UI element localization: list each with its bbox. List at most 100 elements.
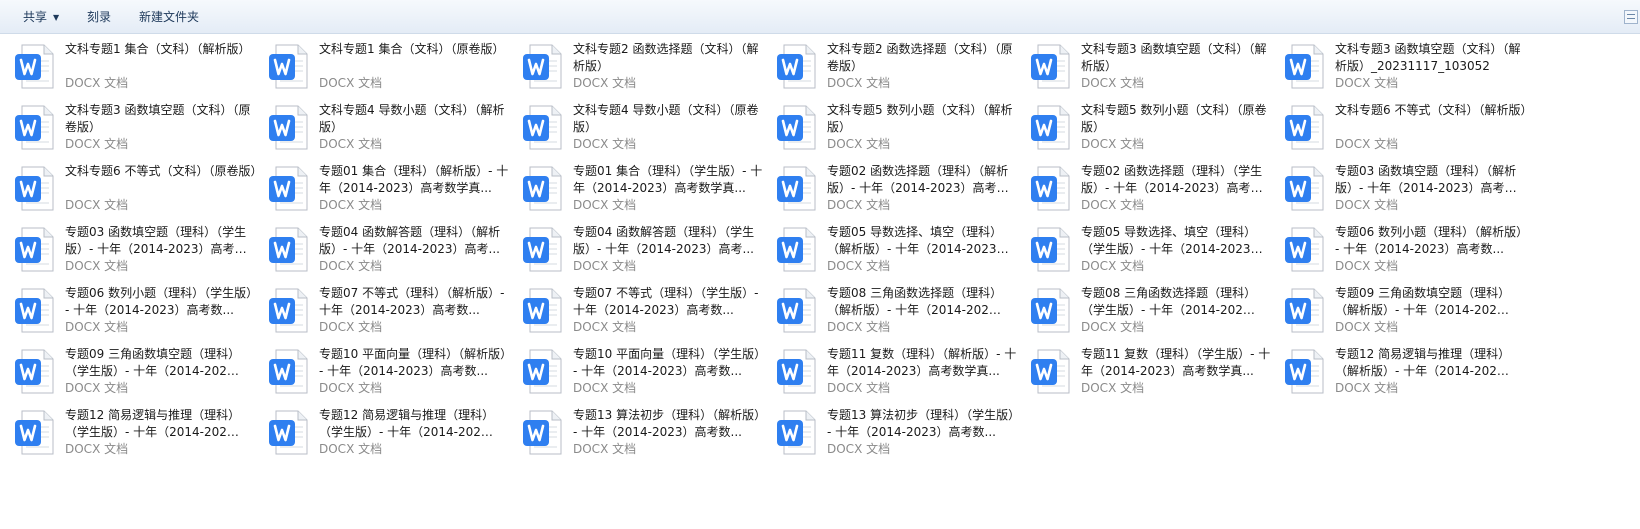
wps-writer-document-icon <box>1285 349 1324 394</box>
wps-writer-document-icon <box>523 166 562 211</box>
file-item[interactable]: 文科专题2 函数选择题（文科）（原卷版） DOCX 文档 <box>776 40 1030 101</box>
file-name: 文科专题4 导数小题（文科）（解析版） <box>319 103 505 134</box>
share-menu-button[interactable]: 共享 ▼ <box>23 8 59 26</box>
file-item[interactable]: 专题12 简易逻辑与推理（理科）（解析版）- 十年（2014-2023）... … <box>1284 345 1538 406</box>
file-item[interactable]: 专题03 函数填空题（理科）（解析版）- 十年（2014-2023）高考数...… <box>1284 162 1538 223</box>
file-name: 专题03 函数填空题（理科）（学生版）- 十年（2014-2023）高考数... <box>65 225 247 256</box>
wps-writer-document-icon <box>15 44 54 89</box>
file-type: DOCX 文档 <box>827 442 891 456</box>
file-item[interactable]: 专题04 函数解答题（理科）（解析版）- 十年（2014-2023）高考... … <box>268 223 522 284</box>
wps-writer-document-icon <box>1031 349 1070 394</box>
file-type: DOCX 文档 <box>1335 259 1399 273</box>
file-item[interactable]: 文科专题1 集合（文科）（原卷版） DOCX 文档 <box>268 40 522 101</box>
wps-writer-document-icon <box>1031 288 1070 333</box>
wps-writer-document-icon <box>269 44 308 89</box>
file-type: DOCX 文档 <box>65 320 129 334</box>
file-item[interactable]: 专题09 三角函数填空题（理科）（学生版）- 十年（2014-2023）... … <box>14 345 268 406</box>
file-item[interactable]: 文科专题5 数列小题（文科）（解析版） DOCX 文档 <box>776 101 1030 162</box>
file-item[interactable]: 专题11 复数（理科）（解析版）- 十年（2014-2023）高考数学真... … <box>776 345 1030 406</box>
file-item[interactable]: 专题09 三角函数填空题（理科）（解析版）- 十年（2014-2023）... … <box>1284 284 1538 345</box>
file-item[interactable]: 文科专题4 导数小题（文科）（解析版） DOCX 文档 <box>268 101 522 162</box>
wps-writer-document-icon <box>777 227 816 272</box>
wps-writer-document-icon <box>15 349 54 394</box>
wps-writer-document-icon <box>777 44 816 89</box>
wps-writer-document-icon <box>269 227 308 272</box>
new-folder-button[interactable]: 新建文件夹 <box>139 8 199 26</box>
file-item[interactable]: 专题05 导数选择、填空（理科）（学生版）- 十年（2014-2023）高...… <box>1030 223 1284 284</box>
file-item[interactable]: 专题11 复数（理科）（学生版）- 十年（2014-2023）高考数学真... … <box>1030 345 1284 406</box>
wps-writer-document-icon <box>1031 166 1070 211</box>
file-item[interactable]: 专题03 函数填空题（理科）（学生版）- 十年（2014-2023）高考数...… <box>14 223 268 284</box>
wps-writer-document-icon <box>1031 105 1070 150</box>
wps-writer-document-icon <box>777 166 816 211</box>
wps-writer-document-icon <box>1031 227 1070 272</box>
wps-writer-document-icon <box>523 227 562 272</box>
file-item[interactable]: 文科专题3 函数填空题（文科）（解析版） DOCX 文档 <box>1030 40 1284 101</box>
file-item[interactable]: 专题07 不等式（理科）（学生版）- 十年（2014-2023）高考数... D… <box>522 284 776 345</box>
file-item[interactable]: 专题10 平面向量（理科）（学生版）- 十年（2014-2023）高考数... … <box>522 345 776 406</box>
view-options-icon[interactable] <box>1624 10 1638 24</box>
burn-button[interactable]: 刻录 <box>87 8 111 26</box>
file-name: 文科专题5 数列小题（文科）（原卷版） <box>1081 103 1267 134</box>
file-type: DOCX 文档 <box>1335 381 1399 395</box>
file-item[interactable]: 文科专题3 函数填空题（文科）（解析版）_20231117_103052 DOC… <box>1284 40 1538 101</box>
wps-writer-document-icon <box>1285 105 1324 150</box>
file-item[interactable]: 文科专题6 不等式（文科）（原卷版） DOCX 文档 <box>14 162 268 223</box>
wps-writer-document-icon <box>15 288 54 333</box>
wps-writer-document-icon <box>269 105 308 150</box>
file-name: 专题12 简易逻辑与推理（理科）（解析版）- 十年（2014-2023）... <box>1335 347 1511 378</box>
file-type: DOCX 文档 <box>1335 198 1399 212</box>
wps-writer-document-icon <box>15 105 54 150</box>
share-label: 共享 <box>23 10 48 24</box>
file-item[interactable]: 文科专题5 数列小题（文科）（原卷版） DOCX 文档 <box>1030 101 1284 162</box>
file-name: 专题13 算法初步（理科）（学生版）- 十年（2014-2023）高考数... <box>827 408 1015 439</box>
file-type: DOCX 文档 <box>319 76 383 90</box>
file-item[interactable]: 专题10 平面向量（理科）（解析版）- 十年（2014-2023）高考数... … <box>268 345 522 406</box>
file-item[interactable]: 专题02 函数选择题（理科）（解析版）- 十年（2014-2023）高考数...… <box>776 162 1030 223</box>
wps-writer-document-icon <box>777 105 816 150</box>
file-item[interactable]: 文科专题3 函数填空题（文科）（原卷版） DOCX 文档 <box>14 101 268 162</box>
file-name: 文科专题1 集合（文科）（解析版） <box>65 42 251 56</box>
file-type: DOCX 文档 <box>65 76 129 90</box>
file-item[interactable]: 专题08 三角函数选择题（理科）（解析版）- 十年（2014-2023）... … <box>776 284 1030 345</box>
file-item[interactable]: 专题13 算法初步（理科）（解析版）- 十年（2014-2023）高考数... … <box>522 406 776 467</box>
wps-writer-document-icon <box>1285 288 1324 333</box>
file-item[interactable]: 专题13 算法初步（理科）（学生版）- 十年（2014-2023）高考数... … <box>776 406 1030 467</box>
file-type: DOCX 文档 <box>319 320 383 334</box>
wps-writer-document-icon <box>1285 227 1324 272</box>
file-item[interactable]: 专题06 数列小题（理科）（学生版）- 十年（2014-2023）高考数... … <box>14 284 268 345</box>
wps-writer-document-icon <box>523 410 562 455</box>
file-type: DOCX 文档 <box>1081 381 1145 395</box>
file-item[interactable]: 专题02 函数选择题（理科）（学生版）- 十年（2014-2023）高考数...… <box>1030 162 1284 223</box>
file-item[interactable]: 专题08 三角函数选择题（理科）（学生版）- 十年（2014-2023）... … <box>1030 284 1284 345</box>
file-item[interactable]: 专题05 导数选择、填空（理科）（解析版）- 十年（2014-2023）高...… <box>776 223 1030 284</box>
file-item[interactable]: 专题01 集合（理科）（解析版）- 十年（2014-2023）高考数学真... … <box>268 162 522 223</box>
file-item[interactable]: 专题06 数列小题（理科）（解析版）- 十年（2014-2023）高考数... … <box>1284 223 1538 284</box>
file-type: DOCX 文档 <box>827 320 891 334</box>
file-name: 文科专题5 数列小题（文科）（解析版） <box>827 103 1013 134</box>
wps-writer-document-icon <box>777 349 816 394</box>
file-type: DOCX 文档 <box>1081 76 1145 90</box>
file-name: 文科专题6 不等式（文科）（解析版） <box>1335 103 1527 117</box>
file-name: 专题10 平面向量（理科）（学生版）- 十年（2014-2023）高考数... <box>573 347 761 378</box>
file-item[interactable]: 专题07 不等式（理科）（解析版）- 十年（2014-2023）高考数... D… <box>268 284 522 345</box>
file-name: 专题05 导数选择、填空（理科）（解析版）- 十年（2014-2023）高... <box>827 225 1009 256</box>
file-item[interactable]: 文科专题4 导数小题（文科）（原卷版） DOCX 文档 <box>522 101 776 162</box>
file-name: 文科专题4 导数小题（文科）（原卷版） <box>573 103 759 134</box>
file-name: 专题02 函数选择题（理科）（学生版）- 十年（2014-2023）高考数... <box>1081 164 1263 195</box>
file-item[interactable]: 专题04 函数解答题（理科）（学生版）- 十年（2014-2023）高考... … <box>522 223 776 284</box>
file-item[interactable]: 专题12 简易逻辑与推理（理科）（学生版）- 十年（2014-2023）... … <box>268 406 522 467</box>
file-item[interactable]: 文科专题2 函数选择题（文科）（解析版） DOCX 文档 <box>522 40 776 101</box>
file-item[interactable]: 文科专题1 集合（文科）（解析版） DOCX 文档 <box>14 40 268 101</box>
wps-writer-document-icon <box>15 166 54 211</box>
file-item[interactable]: 专题01 集合（理科）（学生版）- 十年（2014-2023）高考数学真... … <box>522 162 776 223</box>
file-type: DOCX 文档 <box>319 137 383 151</box>
file-item[interactable]: 专题12 简易逻辑与推理（理科）（学生版）- 十年（2014-2023）... … <box>14 406 268 467</box>
file-name: 文科专题3 函数填空题（文科）（解析版） <box>1081 42 1267 73</box>
file-type: DOCX 文档 <box>65 198 129 212</box>
wps-writer-document-icon <box>269 166 308 211</box>
file-type: DOCX 文档 <box>573 137 637 151</box>
command-bar: 共享 ▼ 刻录 新建文件夹 <box>0 0 1640 34</box>
file-name: 专题07 不等式（理科）（学生版）- 十年（2014-2023）高考数... <box>573 286 759 317</box>
file-item[interactable]: 文科专题6 不等式（文科）（解析版） DOCX 文档 <box>1284 101 1538 162</box>
